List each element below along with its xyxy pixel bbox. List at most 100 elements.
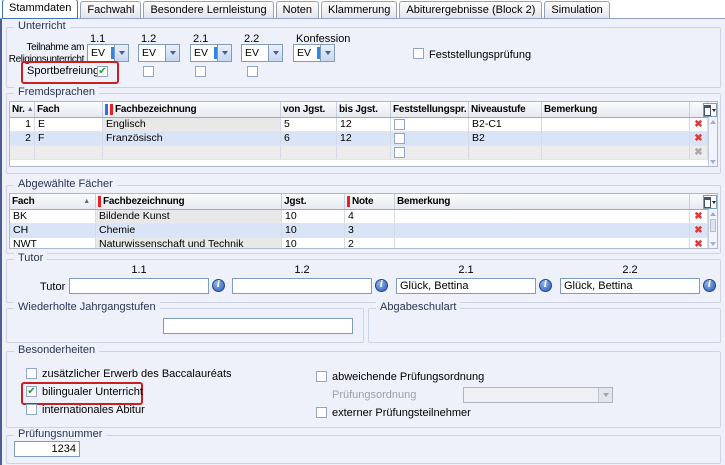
cell-nr[interactable]: 2 xyxy=(10,132,35,145)
tab-simulation[interactable]: Simulation xyxy=(544,1,609,18)
tab-noten[interactable]: Noten xyxy=(276,1,319,18)
cell-bezeichnung[interactable]: Englisch xyxy=(103,118,281,131)
cell-bezeichnung[interactable]: Chemie xyxy=(96,224,282,237)
pruefungsnummer-input[interactable] xyxy=(14,441,80,457)
konfession-select[interactable]: EV xyxy=(293,44,335,62)
info-icon[interactable]: i xyxy=(212,279,225,292)
delete-row-button[interactable]: ✖ xyxy=(690,210,708,223)
cell-jgst[interactable]: 10 xyxy=(282,238,345,249)
info-icon[interactable]: i xyxy=(375,279,388,292)
header-bemerkung[interactable]: Bemerkung xyxy=(395,194,690,209)
cell-niveau[interactable] xyxy=(469,146,542,159)
cell-fach[interactable]: NWT xyxy=(10,238,96,249)
externer-pruefungsteilnehmer-checkbox[interactable]: ✔ xyxy=(316,407,327,418)
cell-bemerkung[interactable] xyxy=(542,146,690,159)
religion-select-1-1[interactable]: EV xyxy=(87,44,129,62)
delete-row-button[interactable]: ✖ xyxy=(690,132,708,145)
cell-bemerkung[interactable] xyxy=(395,210,690,223)
cell-nr[interactable] xyxy=(10,146,35,159)
dropdown-button[interactable] xyxy=(165,45,179,61)
tutor-input-1-1[interactable] xyxy=(69,278,209,294)
tab-fachwahl[interactable]: Fachwahl xyxy=(80,1,141,18)
cell-fach[interactable] xyxy=(35,146,103,159)
column-chooser-button[interactable] xyxy=(703,195,717,209)
header-fach[interactable]: Fach▲ xyxy=(10,194,96,209)
tutor-input-2-1[interactable] xyxy=(396,278,536,294)
tab-abiturergebnisse[interactable]: Abiturergebnisse (Block 2) xyxy=(399,1,542,18)
sportbefreiung-checkbox-2-2[interactable]: ✔ xyxy=(247,66,258,77)
cell-bis[interactable] xyxy=(337,146,391,159)
tab-stammdaten[interactable]: Stammdaten xyxy=(2,0,78,19)
bilingual-checkbox[interactable]: ✔ xyxy=(26,386,37,397)
tab-klammerung[interactable]: Klammerung xyxy=(321,1,397,18)
column-chooser-button[interactable] xyxy=(703,103,717,117)
feststellung-checkbox[interactable]: ✔ xyxy=(394,133,405,144)
cell-fach[interactable]: CH xyxy=(10,224,96,237)
cell-bis[interactable]: 12 xyxy=(337,118,391,131)
cell-von[interactable]: 5 xyxy=(281,118,337,131)
internationales-abitur-checkbox[interactable]: ✔ xyxy=(26,404,37,415)
header-bemerkung[interactable]: Bemerkung xyxy=(542,102,690,117)
cell-niveau[interactable]: B2 xyxy=(469,132,542,145)
delete-row-button[interactable]: ✖ xyxy=(690,238,708,249)
tab-besondere-lernleistung[interactable]: Besondere Lernleistung xyxy=(143,1,273,18)
header-bis-jgst[interactable]: bis Jgst. xyxy=(337,102,391,117)
table-scrollbar[interactable] xyxy=(708,117,717,166)
dropdown-button[interactable] xyxy=(114,45,128,61)
cell-bemerkung[interactable] xyxy=(395,238,690,249)
cell-fach[interactable]: BK xyxy=(10,210,96,223)
header-note[interactable]: Note xyxy=(345,194,395,209)
feststellung-checkbox[interactable]: ✔ xyxy=(394,119,405,130)
scroll-up-button[interactable] xyxy=(709,117,717,126)
cell-jgst[interactable]: 10 xyxy=(282,224,345,237)
header-fach[interactable]: Fach xyxy=(35,102,103,117)
religion-select-2-1[interactable]: EV xyxy=(190,44,232,62)
cell-jgst[interactable]: 10 xyxy=(282,210,345,223)
cell-fach[interactable]: E xyxy=(35,118,103,131)
feststellungspruefung-checkbox[interactable]: ✔ xyxy=(413,48,424,59)
header-jgst[interactable]: Jgst. xyxy=(282,194,345,209)
dropdown-button[interactable] xyxy=(217,45,231,61)
delete-row-button[interactable]: ✖ xyxy=(690,118,708,131)
cell-bis[interactable]: 12 xyxy=(337,132,391,145)
dropdown-button[interactable] xyxy=(320,45,334,61)
cell-von[interactable] xyxy=(281,146,337,159)
header-fachbezeichnung[interactable]: Fachbezeichnung xyxy=(103,102,281,117)
cell-bezeichnung[interactable]: Naturwissenschaft und Technik xyxy=(96,238,282,249)
header-von-jgst[interactable]: von Jgst. xyxy=(281,102,337,117)
scrollbar-thumb[interactable] xyxy=(710,219,716,232)
religion-select-2-2[interactable]: EV xyxy=(241,44,283,62)
cell-bemerkung[interactable] xyxy=(542,118,690,131)
cell-von[interactable]: 6 xyxy=(281,132,337,145)
sportbefreiung-checkbox-1-1[interactable]: ✔ xyxy=(97,66,108,77)
header-feststellungspr[interactable]: Feststellungspr. xyxy=(391,102,469,117)
scroll-down-button[interactable] xyxy=(709,239,717,248)
table-scrollbar[interactable] xyxy=(708,209,717,248)
cell-bezeichnung[interactable]: Französisch xyxy=(103,132,281,145)
cell-nr[interactable]: 1 xyxy=(10,118,35,131)
info-icon[interactable]: i xyxy=(703,279,716,292)
header-niveaustufe[interactable]: Niveaustufe xyxy=(469,102,542,117)
feststellung-checkbox[interactable]: ✔ xyxy=(394,147,405,158)
delete-row-button[interactable]: ✖ xyxy=(690,224,708,237)
cell-niveau[interactable]: B2-C1 xyxy=(469,118,542,131)
cell-note[interactable]: 2 xyxy=(345,238,395,249)
cell-bemerkung[interactable] xyxy=(395,224,690,237)
cell-bemerkung[interactable] xyxy=(542,132,690,145)
cell-note[interactable]: 3 xyxy=(345,224,395,237)
cell-bezeichnung[interactable] xyxy=(103,146,281,159)
dropdown-button[interactable] xyxy=(268,45,282,61)
tutor-input-2-2[interactable] xyxy=(560,278,700,294)
header-fachbezeichnung[interactable]: Fachbezeichnung xyxy=(96,194,282,209)
cell-bezeichnung[interactable]: Bildende Kunst xyxy=(96,210,282,223)
abweichende-pruefungsordnung-checkbox[interactable]: ✔ xyxy=(316,371,327,382)
scroll-down-button[interactable] xyxy=(709,157,717,166)
sportbefreiung-checkbox-2-1[interactable]: ✔ xyxy=(195,66,206,77)
scroll-up-button[interactable] xyxy=(709,209,717,218)
cell-fach[interactable]: F xyxy=(35,132,103,145)
cell-note[interactable]: 4 xyxy=(345,210,395,223)
baccalaureat-checkbox[interactable]: ✔ xyxy=(26,368,37,379)
wiederholte-jahrgangstufen-input[interactable] xyxy=(163,318,353,334)
sportbefreiung-checkbox-1-2[interactable]: ✔ xyxy=(143,66,154,77)
info-icon[interactable]: i xyxy=(539,279,552,292)
